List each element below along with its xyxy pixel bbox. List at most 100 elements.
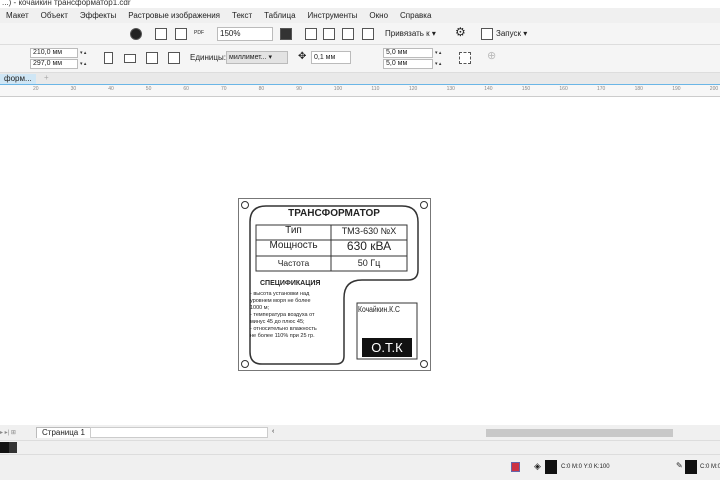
spec-line: - температура воздуха от (250, 312, 315, 318)
page-tab-strip (90, 427, 268, 438)
spec-label: Тип (285, 225, 302, 236)
duplicate-y-field[interactable]: 5,0 мм (383, 59, 433, 69)
fill-color-value: C:0 M:0 Y:0 K:100 (561, 464, 610, 470)
outline-color-value: C:0 M:0 Y:0 K: (700, 464, 720, 470)
new-tab-icon[interactable]: + (44, 73, 49, 83)
launch-icon[interactable] (481, 28, 493, 40)
all-pages-icon[interactable] (146, 52, 158, 64)
ruler-tick-label: 90 (296, 86, 302, 92)
fill-swatch[interactable] (545, 460, 557, 474)
page-height-field[interactable]: 297,0 мм (30, 59, 78, 69)
ruler-tick-label: 200 (709, 86, 719, 92)
duplicate-x-field[interactable]: 5,0 мм (383, 48, 433, 58)
ruler-tick-label: 40 (108, 86, 114, 92)
color-palette (0, 440, 720, 454)
page-nav-icons[interactable]: ▸ ▸| ⊞ (0, 428, 16, 438)
scroll-left-icon[interactable]: ‹ (272, 427, 274, 437)
menu-item[interactable]: Окно (363, 11, 394, 20)
snap-icon[interactable] (362, 28, 374, 40)
spec-title: СПЕЦИФИКАЦИЯ (260, 280, 321, 287)
grid-icon[interactable] (323, 28, 335, 40)
menu-item[interactable]: Текст (226, 11, 258, 20)
landscape-icon[interactable] (124, 54, 136, 63)
horizontal-ruler: 20 30 40 50 60 70 80 90 100 110 120 130 140 150 160 170… (0, 85, 720, 97)
property-bar: 210,0 мм 297,0 мм ▾ ▴ ▾ ▴ Единицы: милли… (0, 45, 720, 73)
fill-icon: ◈ (534, 461, 541, 471)
standard-toolbar: PDF 150% Привязать к ▾ ⚙ Запуск ▾ (0, 23, 720, 45)
spec-label: Частота (277, 258, 310, 268)
menu-item[interactable]: Эффекты (74, 11, 122, 20)
swatch-dark-gray[interactable] (9, 442, 17, 453)
ruler-tick-label: 50 (145, 86, 152, 92)
add-icon[interactable]: ⊕ (487, 51, 496, 62)
current-page-icon[interactable] (168, 52, 180, 64)
spec-value: 630 кВА (346, 239, 392, 253)
nudge-icon: ✥ (298, 51, 307, 62)
menu-item[interactable]: Инструменты (302, 11, 364, 20)
page-navigator: ▸ ▸| ⊞ Страница 1 ‹ (0, 425, 720, 440)
document-tabs: форм... + (0, 73, 720, 85)
page-tab-1[interactable]: Страница 1 (36, 427, 91, 438)
menu-item[interactable]: Макет (0, 11, 35, 20)
ruler-tick-label: 190 (672, 86, 681, 92)
menu-item[interactable]: Справка (394, 11, 437, 20)
ruler-tick-label: 80 (258, 86, 265, 92)
snap-to-button[interactable]: Привязать к ▾ (385, 29, 436, 39)
signature: Кочайкин.К.С (358, 305, 400, 314)
drawing-canvas[interactable]: ТРАНСФОРМАТОР Тип ТМЗ-630 №X Мощность 630 к… (0, 97, 720, 425)
otk-stamp: О.Т.К (371, 340, 403, 355)
launch-button[interactable]: Запуск ▾ (496, 29, 527, 39)
pdf-icon[interactable]: PDF (194, 28, 204, 38)
ruler-tick-label: 140 (484, 86, 493, 92)
height-spinner[interactable]: ▾ ▴ (80, 59, 92, 69)
menu-item[interactable]: Растровые изображения (122, 11, 226, 20)
treat-as-filled-icon[interactable] (459, 52, 471, 64)
rulers-icon[interactable] (305, 28, 317, 40)
spec-value: ТМЗ-630 №X (341, 226, 397, 236)
zoom-select[interactable]: 150% (217, 27, 273, 41)
import-icon[interactable] (155, 28, 167, 40)
zoom-fit-icon[interactable] (280, 28, 292, 40)
menu-item[interactable]: Таблица (258, 11, 301, 20)
export-icon[interactable] (175, 28, 187, 40)
menu-item[interactable]: Объект (35, 11, 74, 20)
ruler-tick-label: 160 (559, 86, 568, 92)
spec-label: Мощность (269, 240, 318, 251)
window-title: ...) - кочайкин трансформатор1.cdr (0, 0, 720, 8)
swatch-black[interactable] (0, 442, 9, 453)
plate-title: ТРАНСФОРМАТОР (288, 208, 380, 219)
corel-connect-icon[interactable] (130, 28, 142, 40)
horizontal-scrollbar[interactable] (486, 429, 673, 437)
spec-line: минус 45 до плюс 45; (250, 319, 305, 325)
units-value: миллимет... (229, 54, 267, 61)
ruler-tick-label: 170 (597, 86, 606, 92)
dup-y-spinner[interactable]: ▾ ▴ (435, 59, 447, 69)
dup-x-spinner[interactable]: ▾ ▴ (435, 48, 447, 58)
ruler-tick-label: 20 (33, 86, 39, 92)
launch-label: Запуск (496, 29, 522, 38)
spec-line: - высота установки над (250, 291, 310, 297)
snap-label: Привязать к (385, 29, 430, 38)
nudge-field[interactable]: 0,1 мм (311, 51, 351, 64)
document-tab[interactable]: форм... (0, 74, 36, 84)
menu-bar: Макет Объект Эффекты Растровые изображения Т… (0, 8, 720, 23)
ruler-tick-label: 60 (183, 86, 189, 92)
spec-line: уровнем моря не более (250, 298, 311, 304)
outline-swatch[interactable] (685, 460, 697, 474)
width-spinner[interactable]: ▾ ▴ (80, 48, 92, 58)
ruler-tick-label: 120 (409, 86, 418, 92)
ruler-tick-label: 30 (70, 86, 77, 92)
ruler-tick-label: 180 (634, 86, 643, 92)
ruler-tick-label: 130 (446, 86, 455, 92)
portrait-icon[interactable] (104, 52, 113, 64)
color-profile-icon[interactable] (511, 462, 520, 472)
spec-value: 50 Гц (357, 258, 381, 268)
gear-icon[interactable]: ⚙ (455, 26, 466, 38)
spec-line: 1000 м; (250, 305, 270, 311)
status-bar: ◈ C:0 M:0 Y:0 K:100 ✎ C:0 M:0 Y:0 K: (0, 454, 720, 480)
page-width-field[interactable]: 210,0 мм (30, 48, 78, 58)
guides-icon[interactable] (342, 28, 354, 40)
units-select[interactable]: миллимет... ▾ (226, 51, 288, 64)
outline-pen-icon: ✎ (676, 461, 683, 470)
ruler-tick-label: 100 (333, 86, 343, 92)
